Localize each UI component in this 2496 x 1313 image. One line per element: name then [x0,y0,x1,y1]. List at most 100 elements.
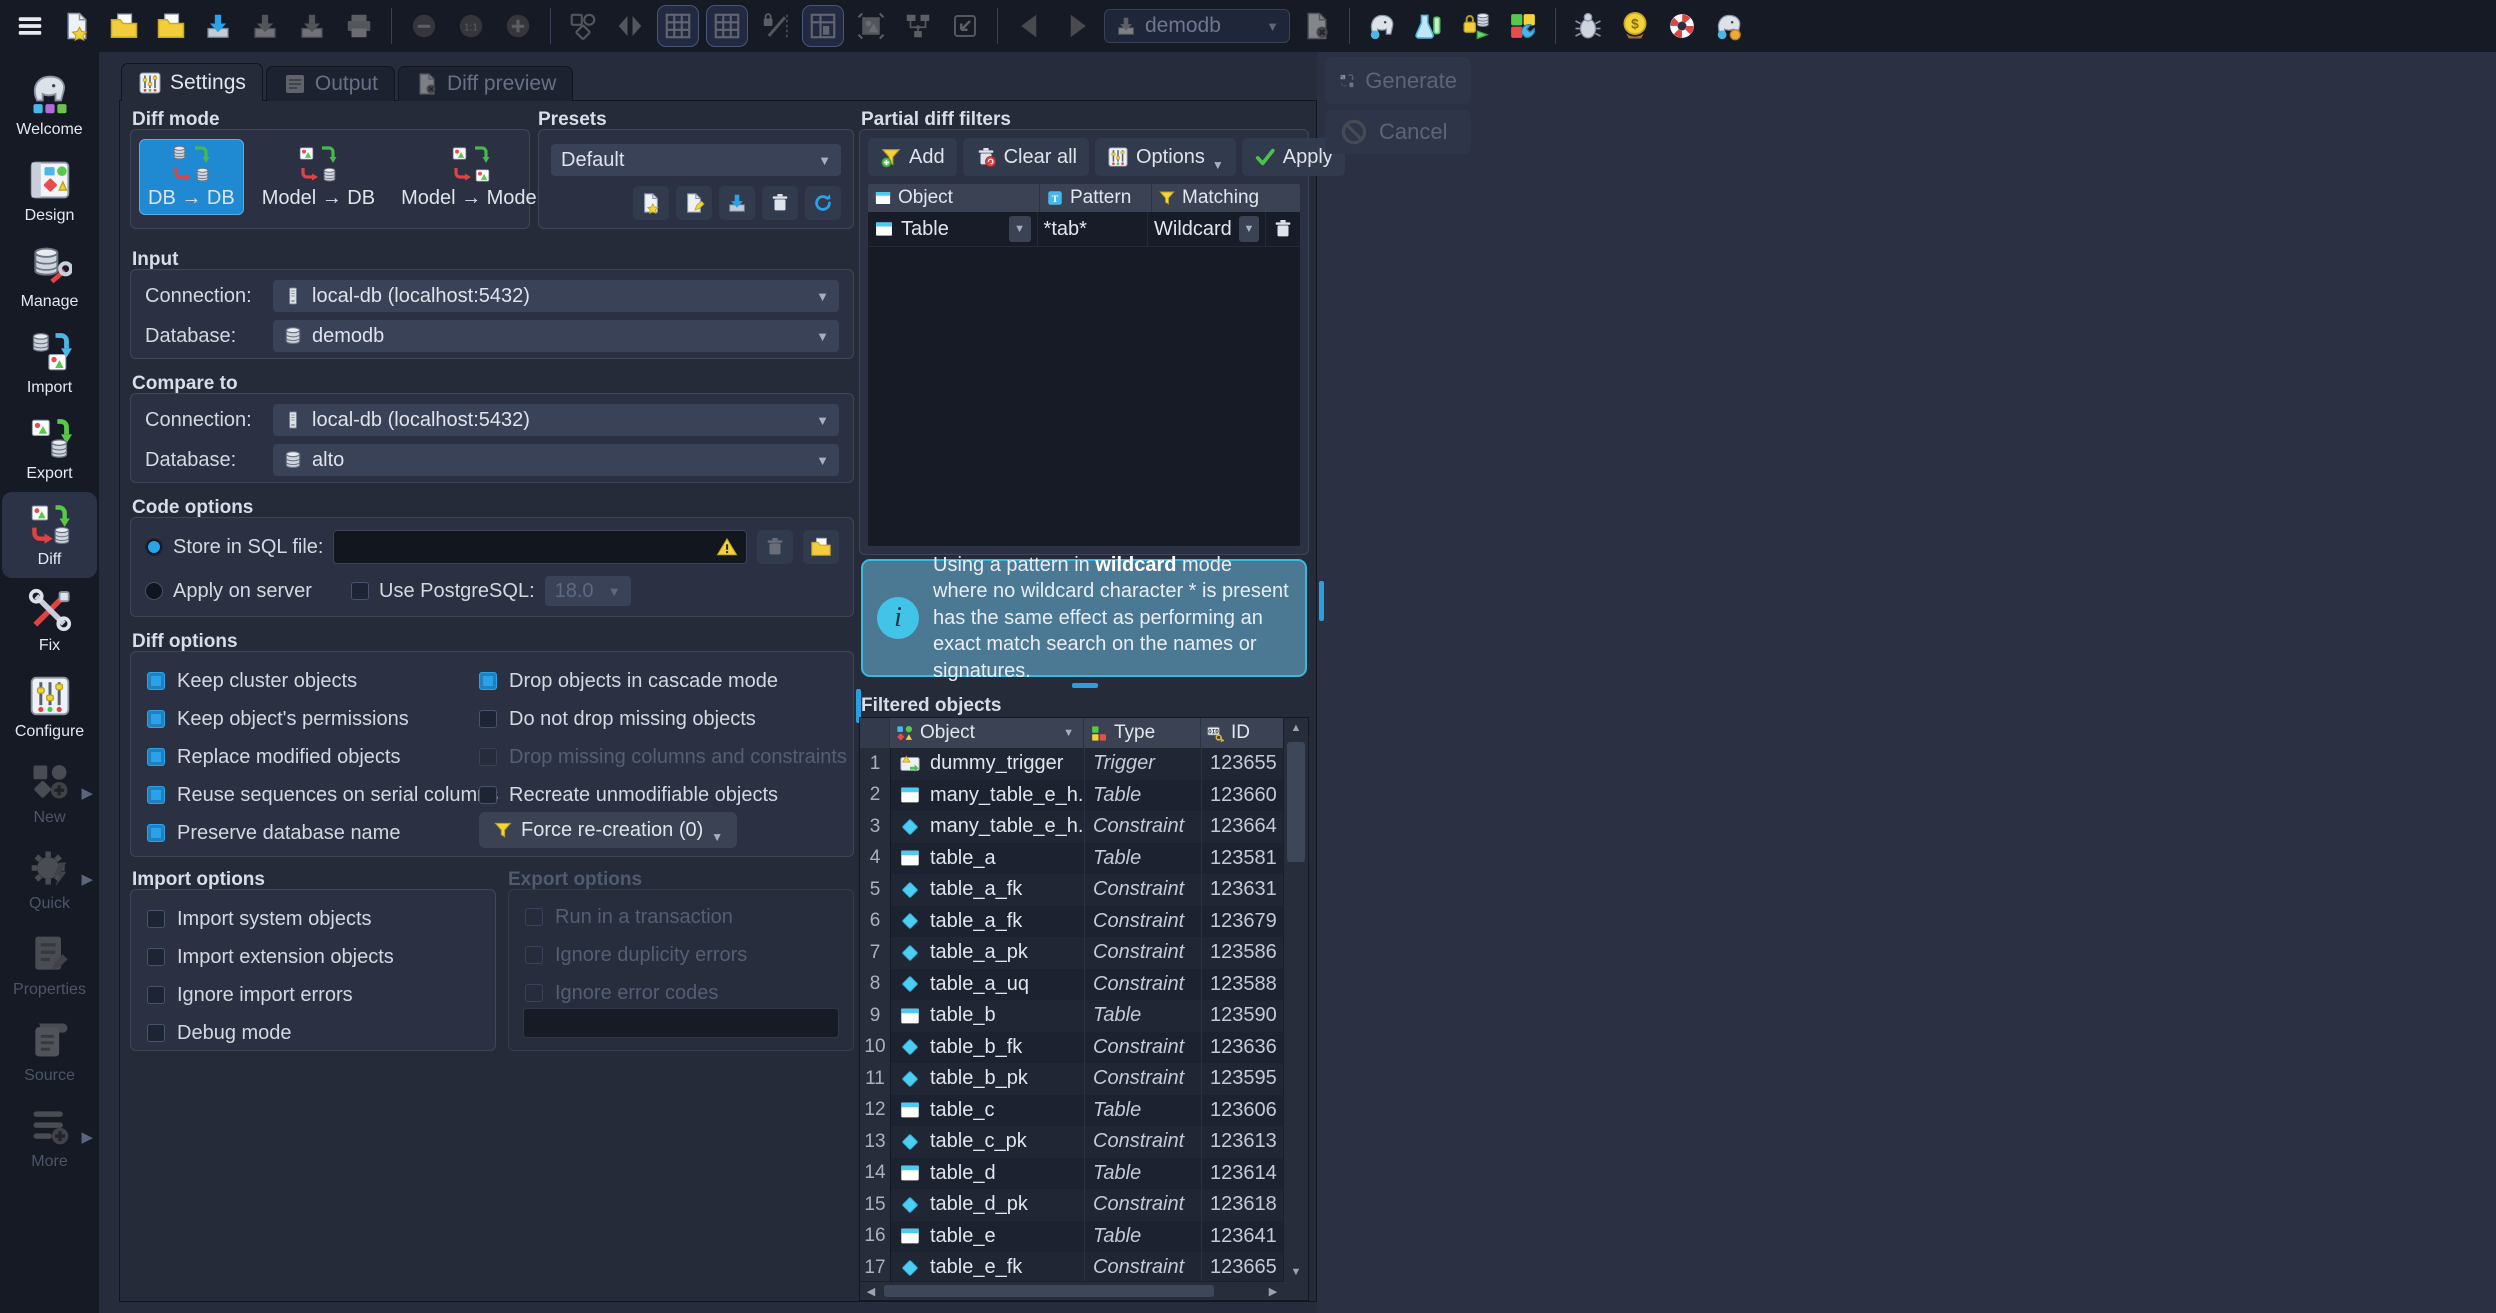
permissions-icon[interactable] [1456,6,1496,46]
column-matching[interactable]: Matching [1152,184,1270,212]
preset-reload-button[interactable] [805,186,841,220]
table-row[interactable]: 8 table_a_uq Constraint 123588 [860,969,1284,1001]
sidebar-item[interactable]: Diff ▶ [2,492,97,578]
checkbox-row[interactable]: Reuse sequences on serial columns [147,776,498,814]
browse-file-button[interactable] [803,530,839,564]
chevron-down-icon[interactable]: ▼ [1239,216,1259,242]
input-database-select[interactable]: demodb ▼ [273,320,839,352]
store-sql-radio[interactable] [145,538,163,556]
sidebar-item[interactable]: Import ▶ [2,320,97,406]
checkbox[interactable] [147,986,165,1004]
mode-model-model-button[interactable]: Model → Model [393,139,549,215]
checkbox[interactable] [147,710,165,728]
main-menu-icon[interactable] [10,6,50,46]
checkbox-row[interactable]: Do not drop missing objects [479,700,847,738]
sidebar-item[interactable]: Fix ▶ [2,578,97,664]
sql-file-input[interactable] [333,530,747,564]
mode-db-db-button[interactable]: DB → DB [139,139,244,215]
plugins-icon[interactable] [1503,6,1543,46]
filter-pattern-input[interactable]: *tab* [1038,212,1148,246]
checkbox-row[interactable]: Preserve database name [147,814,498,852]
page-delimiters-icon[interactable] [706,5,748,47]
table-row[interactable]: 2 many_table_e_h... Table 123660 [860,780,1284,812]
sidebar-item[interactable]: New ▶ [2,750,97,836]
table-row[interactable]: 9 table_b Table 123590 [860,1000,1284,1032]
filter-matching-select[interactable]: Wildcard ▼ [1148,212,1266,246]
layers-icon[interactable] [802,5,844,47]
column-type[interactable]: Type [1084,718,1201,748]
table-row[interactable]: 16 table_e Table 123641 [860,1221,1284,1253]
bug-report-icon[interactable] [1568,6,1608,46]
checkbox[interactable] [479,786,497,804]
checkbox[interactable] [147,1024,165,1042]
table-row[interactable]: 13 table_c_pk Constraint 123613 [860,1126,1284,1158]
sidebar-item[interactable]: More ▶ [2,1094,97,1180]
sidebar-item[interactable]: Source ▶ [2,1008,97,1094]
use-postgresql-checkbox[interactable] [351,582,369,600]
vertical-scrollbar[interactable]: ▲ ▼ [1283,718,1308,1282]
table-row[interactable]: 12 table_c Table 123606 [860,1095,1284,1127]
table-row[interactable]: 11 table_b_pk Constraint 123595 [860,1063,1284,1095]
preset-delete-button[interactable] [762,186,798,220]
column-object[interactable]: Object [868,184,1040,212]
sidebar-item[interactable]: Design ▶ [2,148,97,234]
open-model-icon[interactable] [104,6,144,46]
checkbox[interactable] [147,786,165,804]
checkbox-row[interactable]: Drop objects in cascade mode [479,662,847,700]
model-selector[interactable]: demodb ▼ [1104,9,1290,43]
input-connection-select[interactable]: local-db (localhost:5432) ▼ [273,280,839,312]
checkbox-row[interactable]: Import extension objects [147,938,394,976]
tab-settings[interactable]: Settings [121,63,263,101]
force-recreation-button[interactable]: Force re-creation (0) ▼ [479,812,737,848]
filter-object-select[interactable]: Table ▼ [868,212,1038,246]
checkbox[interactable] [479,672,497,690]
preset-save-button[interactable] [719,186,755,220]
clear-all-button[interactable]: Clear all [963,138,1089,176]
scrollbar-thumb[interactable] [1287,742,1305,862]
scroll-up-icon[interactable]: ▲ [1284,718,1308,738]
checkbox-row[interactable]: Recreate unmodifiable objects [479,776,847,814]
open-recent-icon[interactable] [151,6,191,46]
checkbox-row[interactable]: Ignore import errors [147,976,394,1014]
checkbox[interactable] [147,948,165,966]
checkbox[interactable] [147,672,165,690]
scroll-left-icon[interactable]: ◀ [860,1282,882,1300]
table-row[interactable]: 17 table_e_fk Constraint 123665 [860,1252,1284,1282]
table-row[interactable]: 7 table_a_pk Constraint 123586 [860,937,1284,969]
table-row[interactable]: 5 table_a_fk Constraint 123631 [860,874,1284,906]
checkbox-row[interactable]: Drop missing columns and constraints [479,738,847,776]
checkbox[interactable] [479,710,497,728]
filter-options-button[interactable]: Options ▼ [1095,138,1236,176]
tab-output[interactable]: Output [266,66,395,101]
support-icon[interactable] [1662,6,1702,46]
checkbox-row[interactable]: Keep cluster objects [147,662,498,700]
table-row[interactable]: 6 table_a_fk Constraint 123679 [860,906,1284,938]
column-object[interactable]: Object ▼ [890,718,1084,748]
scrollbar-thumb[interactable] [884,1285,1214,1297]
column-id[interactable]: ID [1201,718,1284,748]
save-model-icon[interactable] [198,6,238,46]
checkbox-row[interactable]: Import system objects [147,900,394,938]
sidebar-item[interactable]: Properties ▶ [2,922,97,1008]
preset-select[interactable]: Default ▼ [551,144,841,176]
sidebar-item[interactable]: Export ▶ [2,406,97,492]
postgresql-icon[interactable] [1362,6,1402,46]
about-icon[interactable] [1709,6,1749,46]
sidebar-item[interactable]: Quick ▶ [2,836,97,922]
sidebar-item[interactable]: Manage ▶ [2,234,97,320]
right-column-scrollbar[interactable] [1319,581,1324,621]
tab-diff-preview[interactable]: Diff preview [398,66,573,101]
sidebar-item[interactable]: Configure ▶ [2,664,97,750]
show-grid-icon[interactable] [657,5,699,47]
chevron-down-icon[interactable]: ▼ [1009,216,1031,242]
checkbox[interactable] [147,748,165,766]
checkbox[interactable] [147,910,165,928]
apply-server-radio[interactable] [145,582,163,600]
horizontal-scrollbar[interactable]: ◀ ▶ [860,1281,1284,1300]
preset-edit-button[interactable] [676,186,712,220]
checkbox[interactable] [147,824,165,842]
column-pattern[interactable]: Pattern [1040,184,1152,212]
table-row[interactable]: 14 table_d Table 123614 [860,1158,1284,1190]
new-model-icon[interactable] [57,6,97,46]
scroll-right-icon[interactable]: ▶ [1262,1282,1284,1300]
